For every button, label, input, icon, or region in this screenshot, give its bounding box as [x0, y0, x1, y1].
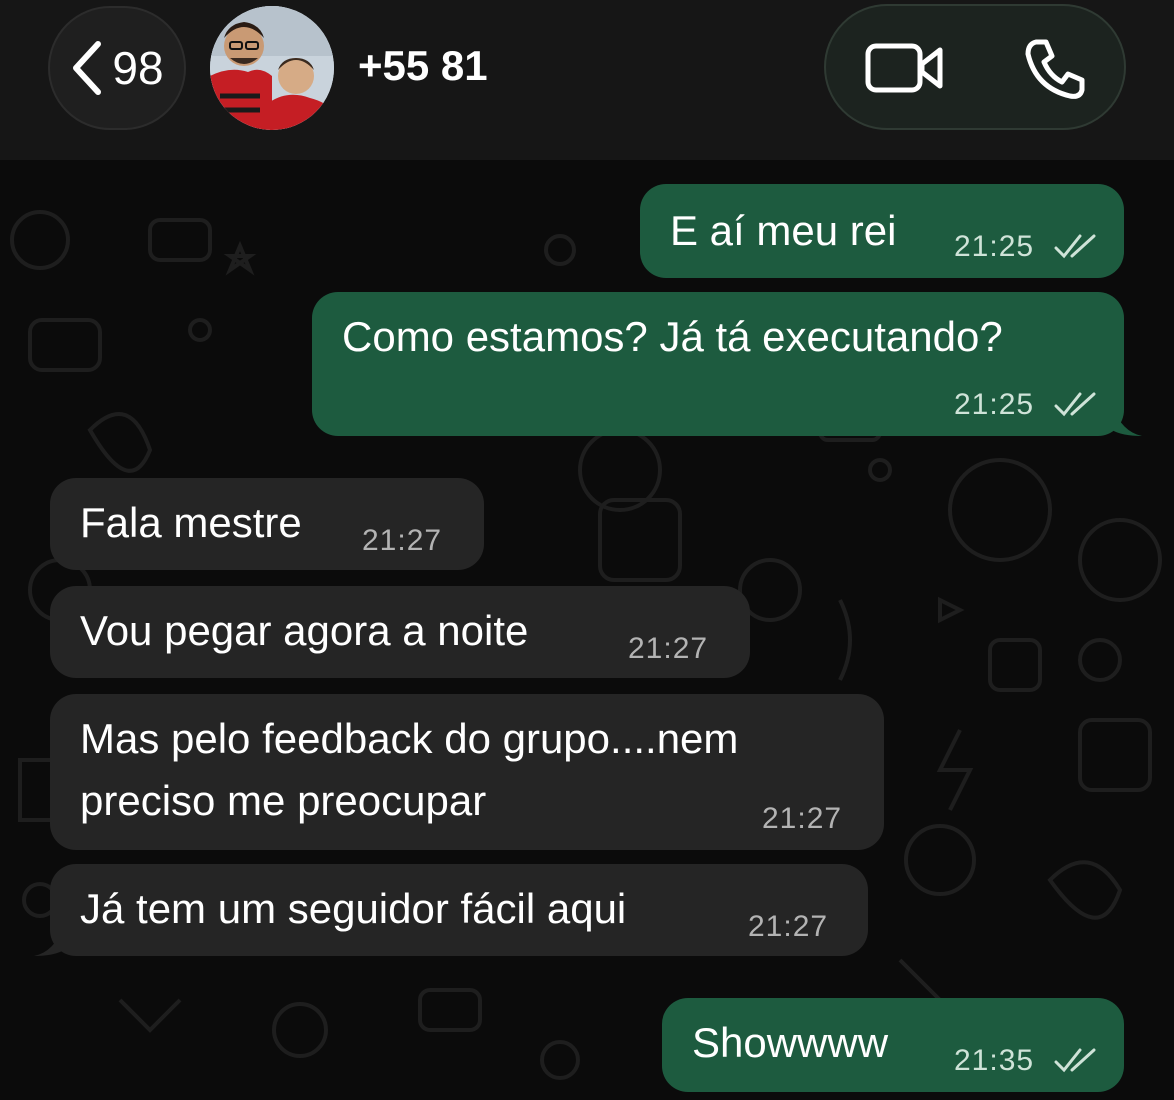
back-button[interactable]: 98: [48, 6, 186, 130]
message-time: 21:25: [954, 230, 1035, 263]
chevron-left-icon: [73, 41, 102, 95]
message-time: 21:27: [762, 802, 843, 835]
message-incoming[interactable]: Mas pelo feedback do grupo....nem precis…: [50, 694, 884, 850]
phone-icon[interactable]: [1022, 36, 1088, 102]
message-outgoing[interactable]: Showwww 21:35: [662, 998, 1124, 1092]
message-text: Como estamos? Já tá executando?: [342, 313, 1003, 360]
message-outgoing[interactable]: E aí meu rei 21:25: [640, 184, 1124, 278]
message-time: 21:25: [954, 388, 1035, 421]
video-camera-icon[interactable]: [864, 38, 944, 98]
message-time: 21:27: [362, 524, 443, 557]
message-incoming[interactable]: Fala mestre 21:27: [50, 478, 484, 570]
message-time: 21:35: [954, 1044, 1035, 1077]
message-text: Vou pegar agora a noite: [80, 607, 529, 654]
message-text: E aí meu rei: [670, 207, 897, 254]
message-text: Já tem um seguidor fácil aqui: [80, 885, 627, 932]
contact-name[interactable]: +55 81: [358, 42, 490, 98]
read-receipt-icon: [1054, 392, 1096, 417]
read-receipt-icon: [1054, 234, 1096, 259]
call-actions: [824, 4, 1126, 130]
message-incoming[interactable]: Vou pegar agora a noite 21:27: [50, 586, 750, 678]
message-text-line-1: Mas pelo feedback do grupo....nem: [80, 715, 739, 762]
message-text: Showwww: [692, 1019, 889, 1066]
bubble-tail: [34, 926, 64, 956]
message-outgoing[interactable]: Como estamos? Já tá executando? 21:25: [312, 292, 1142, 436]
contact-avatar[interactable]: [210, 6, 334, 130]
bubble-tail: [1112, 406, 1142, 436]
message-incoming[interactable]: Já tem um seguidor fácil aqui 21:27: [34, 864, 868, 956]
read-receipt-icon: [1054, 1048, 1096, 1073]
avatar-photo: [210, 6, 334, 130]
message-time: 21:27: [748, 910, 829, 943]
unread-count: 98: [112, 42, 164, 94]
message-time: 21:27: [628, 632, 709, 665]
message-text: Fala mestre: [80, 499, 302, 546]
message-text-line-2: preciso me preocupar: [80, 777, 487, 824]
chat-header: 98 +55 81: [0, 0, 1174, 160]
